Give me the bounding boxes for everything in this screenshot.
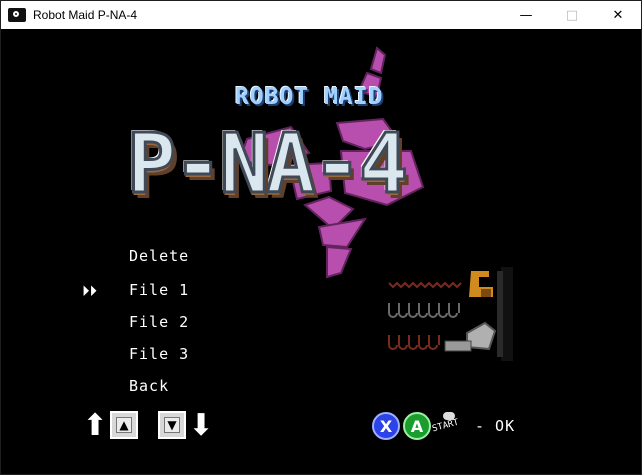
- title-bar: Robot Maid P-NA-4 — □ ✕: [1, 1, 641, 29]
- menu-cursor-icon: ⏵⏵: [82, 282, 98, 300]
- app-icon: [8, 8, 26, 22]
- game-window: Robot Maid P-NA-4 — □ ✕ ROBOT MAID P-NA-…: [0, 0, 642, 475]
- a-button-icon: A: [403, 412, 431, 440]
- menu-item-file-3[interactable]: File 3: [129, 345, 189, 363]
- maximize-button[interactable]: □: [549, 1, 595, 29]
- close-button[interactable]: ✕: [595, 1, 641, 29]
- down-arrow-icon: ⬇: [188, 407, 214, 443]
- menu-item-back[interactable]: Back: [129, 377, 169, 395]
- x-button-icon: X: [372, 412, 400, 440]
- navigation-hint: ⬆ ▲ ▼ ⬇: [82, 407, 214, 443]
- ok-label: - OK: [475, 417, 516, 435]
- window-title: Robot Maid P-NA-4: [33, 8, 138, 22]
- up-key-icon: ▲: [110, 411, 138, 439]
- up-arrow-icon: ⬆: [82, 407, 108, 443]
- menu-item-file-2[interactable]: File 2: [129, 313, 189, 331]
- down-key-icon: ▼: [158, 411, 186, 439]
- menu-item-file-1[interactable]: File 1: [129, 281, 189, 299]
- logo-subtitle: ROBOT MAID: [235, 84, 384, 110]
- minimize-button[interactable]: —: [503, 1, 549, 29]
- start-label: START: [431, 417, 460, 435]
- robot-maid-sprite-icon: [388, 267, 513, 361]
- logo-title: P-NA-4: [125, 116, 409, 214]
- menu-item-delete[interactable]: Delete: [129, 247, 189, 265]
